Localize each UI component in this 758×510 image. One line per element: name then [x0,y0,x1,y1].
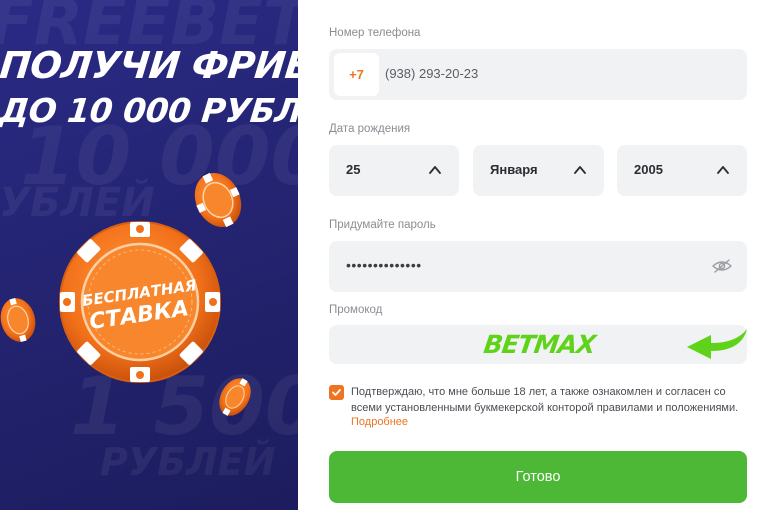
password-field[interactable]: •••••••••••••• [329,241,747,292]
country-code-prefix[interactable]: +7 [334,53,379,96]
promocode-label: Промокод [329,304,383,316]
phone-input-value[interactable]: (938) 293-20-23 [385,66,478,81]
promo-headline: ПОЛУЧИ ФРИБЕТ [0,44,298,87]
birth-month-select[interactable]: Января [473,145,604,196]
phone-field[interactable]: +7 (938) 293-20-23 [329,49,747,100]
consent-text: Подтверждаю, что мне больше 18 лет, а та… [351,386,739,414]
chevron-up-icon[interactable] [573,163,587,177]
password-input-value[interactable]: •••••••••••••• [346,257,422,273]
eye-hidden-icon[interactable] [712,258,732,274]
promo-subheadline: ДО 10 000 РУБЛЕЙ [0,91,298,130]
promo-banner: FREEBET 10 000 РУБЛЕЙ 1 5000 РУБЛЕЙ ПОЛУ… [0,0,298,510]
chevron-up-icon[interactable] [716,163,730,177]
chip-small-top [194,172,242,228]
birth-year-select[interactable]: 2005 [617,145,747,196]
checkmark-icon [332,389,341,396]
birth-month-value: Января [490,162,538,177]
password-label: Придумайте пароль [329,219,436,231]
birth-year-value: 2005 [634,162,663,177]
submit-button[interactable]: Готово [329,451,747,503]
registration-form: Номер телефона +7 (938) 293-20-23 Дата р… [298,0,758,510]
chip-small-bottom [219,378,251,416]
more-info-link[interactable]: Подробнее [351,416,408,428]
chevron-up-icon[interactable] [428,163,442,177]
arrow-left-icon [687,329,747,359]
birth-day-value: 25 [346,162,361,177]
promocode-field[interactable]: BETMAX [329,325,747,364]
promocode-value[interactable]: BETMAX [482,330,597,359]
consent-checkbox[interactable] [329,385,344,400]
birth-day-select[interactable]: 25 [329,145,459,196]
casino-chips-illustration: БЕСПЛАТНАЯ СТАВКА [0,172,251,416]
banner-bg-decoration: РУБЛЕЙ [100,440,276,484]
chip-small-left [0,297,36,343]
phone-label: Номер телефона [329,27,421,39]
birthdate-label: Дата рождения [329,123,411,135]
